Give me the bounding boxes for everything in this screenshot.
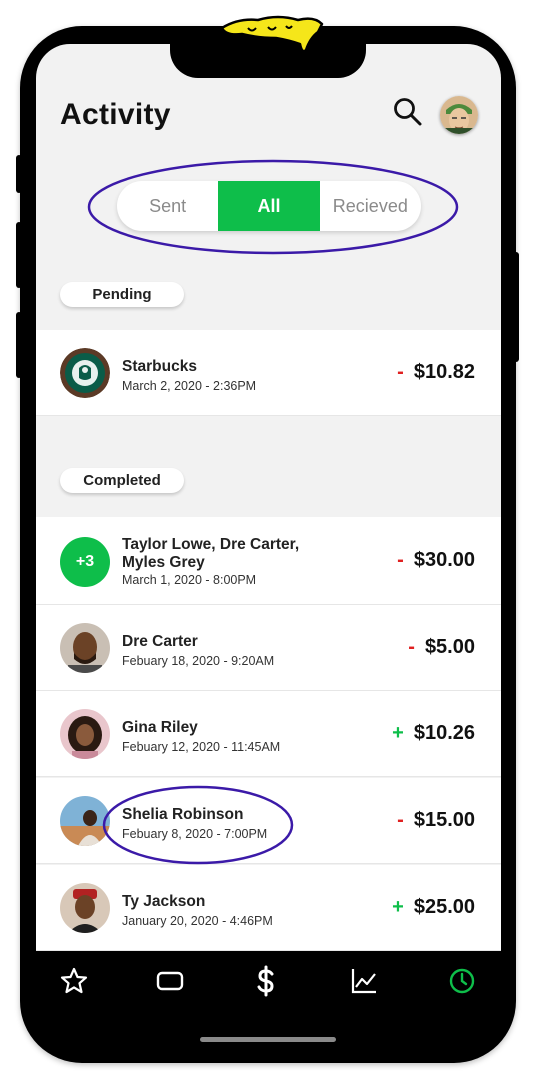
avatar [60,623,110,673]
transaction-date: March 2, 2020 - 2:36PM [122,379,257,393]
amount-sign: + [392,896,404,918]
amount-value: $10.26 [413,722,475,744]
group-badge: +3 [60,537,110,587]
home-indicator [200,1037,336,1042]
amount-sign: - [397,361,404,383]
transaction-amount: - $5.00 [408,636,475,659]
chart-icon[interactable] [348,965,380,997]
transaction-amount: - $15.00 [397,809,475,832]
transaction-date: March 1, 2020 - 8:00PM [122,573,257,587]
section-label-pending: Pending [60,282,184,307]
search-icon[interactable] [392,96,424,128]
transaction-date: Febuary 18, 2020 - 9:20AM [122,654,275,668]
transaction-row[interactable]: Gina Riley Febuary 12, 2020 - 11:45AM + … [36,691,501,777]
amount-sign: + [392,722,404,744]
amount-value: $25.00 [413,896,475,918]
section-label-completed: Completed [60,468,184,493]
payee-name: Ty Jackson [122,893,206,910]
amount-sign: - [397,809,404,831]
payee-name: Starbucks [122,358,197,375]
transaction-amount: - $10.82 [397,361,475,384]
transaction-amount: - $30.00 [397,549,475,572]
transaction-amount: + $25.00 [392,896,475,919]
amount-value: $10.82 [413,361,475,383]
doodle-scribble [220,15,324,53]
transaction-date: January 20, 2020 - 4:46PM [122,914,273,928]
transaction-date: Febuary 12, 2020 - 11:45AM [122,740,281,754]
transaction-row[interactable]: Dre Carter Febuary 18, 2020 - 9:20AM - $… [36,605,501,691]
payee-name: Taylor Lowe, Dre Carter, [122,536,300,553]
transaction-row[interactable]: Ty Jackson January 20, 2020 - 4:46PM + $… [36,865,501,951]
transaction-amount: + $10.26 [392,722,475,745]
amount-sign: - [408,636,415,658]
payee-name: Dre Carter [122,633,198,650]
bottom-tab-bar [36,951,501,1015]
starbucks-logo [60,348,110,398]
amount-sign: - [397,549,404,571]
annotation-circle-filter [87,159,459,255]
amount-value: $15.00 [413,809,475,831]
amount-value: $30.00 [413,549,475,571]
profile-avatar[interactable] [440,96,478,134]
page-title: Activity [60,98,171,131]
amount-value: $5.00 [424,636,475,658]
card-icon[interactable] [154,965,186,997]
avatar [60,709,110,759]
dollar-icon[interactable] [250,965,282,997]
payee-name-continued: Myles Grey [122,554,205,571]
annotation-circle-shelia [102,785,294,865]
transaction-row[interactable]: +3 Taylor Lowe, Dre Carter, Myles Grey M… [36,517,501,605]
avatar [60,883,110,933]
group-count: +3 [75,553,95,570]
star-icon[interactable] [58,965,90,997]
clock-icon[interactable] [446,965,478,997]
transaction-row[interactable]: Starbucks March 2, 2020 - 2:36PM - $10.8… [36,330,501,416]
payee-name: Gina Riley [122,719,198,736]
